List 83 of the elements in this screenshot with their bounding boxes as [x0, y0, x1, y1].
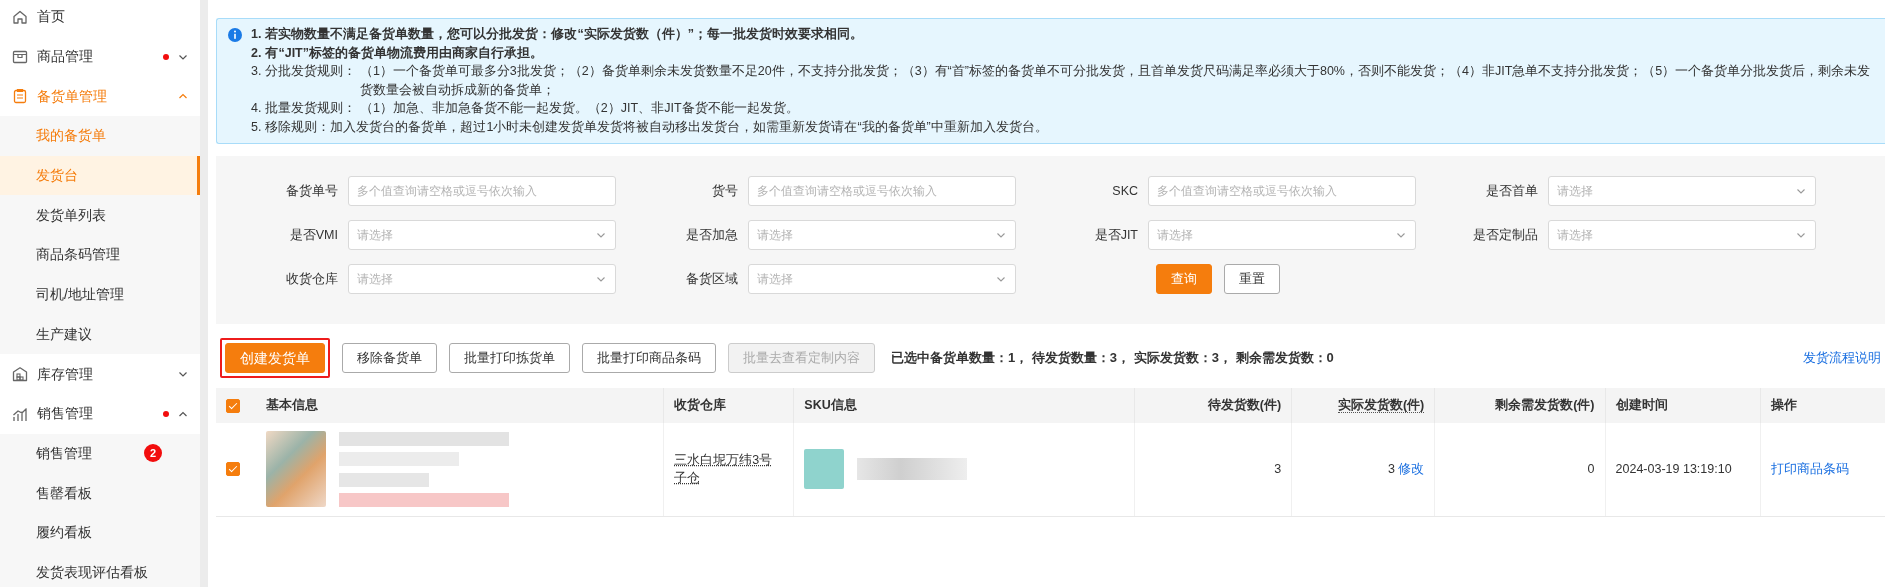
created-time: 2024-03-19 13:19:10: [1615, 461, 1732, 476]
input-field[interactable]: 多个值查询请空格或逗号依次输入: [1148, 176, 1416, 206]
select-field[interactable]: 请选择: [1548, 220, 1816, 250]
sidebar-item[interactable]: 销售管理: [0, 393, 200, 434]
column-header: SKU信息: [804, 398, 857, 413]
notice-text: 有“JIT”标签的备货单物流费用由商家自行承担。: [265, 44, 543, 62]
select-field[interactable]: 请选择: [748, 264, 1016, 294]
select-field[interactable]: 请选择: [1548, 176, 1816, 206]
chevron-down-icon: [596, 230, 606, 240]
select-field[interactable]: 请选择: [348, 264, 616, 294]
sidebar-item[interactable]: 司机/地址管理: [0, 274, 200, 315]
notice-label: 2.: [251, 44, 262, 62]
field-label: 是否VMI: [288, 226, 339, 244]
quantity-value: 3: [1274, 461, 1282, 476]
field-label: SKC: [1111, 182, 1139, 200]
column-header: 剩余需发货数(件): [1495, 398, 1595, 413]
photo-placeholder: [804, 449, 845, 490]
help-link[interactable]: 发货流程说明: [1803, 348, 1885, 368]
quantity-value: 3: [1388, 461, 1396, 476]
info-icon: [227, 27, 243, 43]
sidebar-item[interactable]: 商品管理: [0, 36, 200, 77]
notification-dot: [163, 410, 169, 417]
selection-summary: 已选中备货单数量：1， 待发货数量：3， 实际发货数：3， 剩余需发货数：0: [891, 349, 1334, 368]
sidebar-item[interactable]: 销售管理 2: [0, 433, 200, 474]
chevron-down-icon: [996, 274, 1006, 284]
bar-chart-icon: [12, 405, 28, 422]
notice-text: 移除规则：加入发货台的备货单，超过1小时未创建发货单发货将被自动移出发货台，如需重新发货请在“我的备货单”中重新加入发货台。: [265, 118, 1048, 136]
notification-dot: [163, 53, 169, 60]
toolbar-button[interactable]: 批量打印拣货单: [449, 343, 570, 373]
column-header: 基本信息: [266, 398, 319, 413]
chevron-down-icon: [1396, 230, 1406, 240]
toolbar-button[interactable]: 移除备货单: [342, 343, 437, 373]
sidebar-item[interactable]: 发货单列表: [0, 195, 200, 236]
chevron-down-icon: [1796, 230, 1806, 240]
field-label: 货号: [711, 182, 739, 200]
notice-text: （1）加急、非加急备货不能一起发货。（2）JIT、非JIT备货不能一起发货。: [359, 100, 799, 117]
row-checkbox[interactable]: [226, 462, 240, 477]
print-barcode-link[interactable]: 打印商品条码: [1770, 461, 1849, 476]
warehouse-icon: [12, 366, 28, 383]
shop-box-icon: [12, 48, 28, 65]
select-all-checkbox[interactable]: [226, 398, 240, 413]
input-field[interactable]: 多个值查询请空格或逗号依次输入: [348, 176, 616, 206]
field-label: 是否首单: [1485, 182, 1539, 200]
reset-button[interactable]: 重置: [1224, 264, 1280, 294]
select-field[interactable]: 请选择: [748, 220, 1016, 250]
notice-label: 3. 分批发货规则：: [251, 63, 356, 80]
column-header: 操作: [1770, 398, 1797, 413]
notice-label: 1.: [251, 26, 262, 43]
sidebar-item[interactable]: 履约看板: [0, 512, 200, 553]
sidebar-item[interactable]: 生产建议: [0, 314, 200, 355]
notice-text: （1）一个备货单可最多分3批发货；（2）备货单剩余未发货数量不足20件，不支持分批发货；（3）有“首”标签的备货单不可分批发货，且首单发货尺码满足率必须大于80%，否则不能发货；（4）非JIT急单不支持分批发货；（5）一个备货单分批发货后，剩余未发货数量会被自动拆成新的备货单；: [359, 63, 1872, 99]
field-label: 收货仓库: [285, 270, 339, 288]
notice-label: 5.: [251, 118, 262, 136]
chevron-down-icon: [996, 230, 1006, 240]
select-field[interactable]: 请选择: [348, 220, 616, 250]
field-label: 备货单号: [285, 182, 339, 200]
sidebar-item[interactable]: 发货表现评估看板: [0, 552, 200, 587]
warehouse-name: 三水白坭万纬3号子仓: [674, 451, 774, 488]
edit-link[interactable]: 修改: [1398, 461, 1425, 476]
house-icon: [12, 8, 28, 25]
sidebar-item[interactable]: 库存管理: [0, 354, 200, 394]
sidebar-item[interactable]: 售罄看板: [0, 473, 200, 513]
notice-text: 若实物数量不满足备货单数量，您可以分批发货：修改“实际发货数（件）”；每一批发货时效要求相同。: [265, 26, 863, 43]
column-header: 创建时间: [1615, 398, 1668, 413]
select-field[interactable]: 请选择: [1148, 220, 1416, 250]
count-badge: 2: [144, 444, 162, 463]
sidebar-item[interactable]: 首页: [0, 0, 200, 37]
chevron-down-icon: [1796, 186, 1806, 196]
field-label: 备货区域: [685, 270, 739, 288]
quantity-value: 0: [1587, 461, 1595, 476]
field-label: 是否加急: [685, 226, 739, 244]
input-field[interactable]: 多个值查询请空格或逗号依次输入: [748, 176, 1016, 206]
field-label: 是否定制品: [1472, 226, 1539, 244]
notice-label: 4. 批量发货规则：: [251, 100, 356, 117]
column-header: 待发货数(件): [1207, 398, 1282, 413]
chevron-down-icon: [596, 274, 606, 284]
scrollbar[interactable]: [200, 0, 208, 587]
column-header: 实际发货数(件): [1337, 398, 1425, 414]
column-header: 收货仓库: [674, 398, 727, 413]
clipboard-icon: [12, 88, 28, 105]
toolbar-button[interactable]: 批量打印商品条码: [582, 343, 716, 373]
sidebar-item[interactable]: 商品条码管理: [0, 235, 200, 275]
field-label: 是否JIT: [1093, 226, 1139, 244]
